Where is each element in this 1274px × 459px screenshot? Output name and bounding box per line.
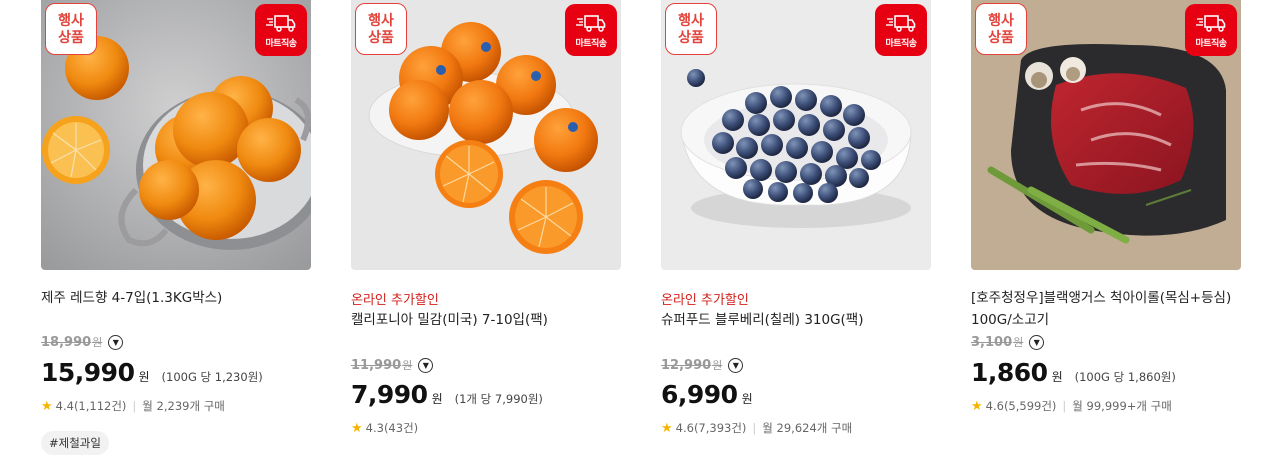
product-image[interactable]: 행사 상품 마트직송 (661, 0, 931, 270)
product-title[interactable]: 슈퍼푸드 블루베리(칠레) 310G(팩) (661, 309, 931, 331)
rating-info: ★ 4.4(1,112건) | 월 2,239개 구매 (41, 398, 225, 414)
product-card[interactable]: 행사 상품 마트직송 제주 레드향 4-7입(1.3KG박스) 18,990 원 ▼… (41, 0, 311, 459)
monthly-purchases: 월 2,239개 구매 (142, 399, 225, 413)
product-card[interactable]: 행사 상품 마트직송 [호주청정우]블랙앵거스 척아이롤(목심+등심) 100G/… (971, 0, 1241, 459)
price-detail-chevron-icon[interactable]: ▼ (108, 334, 124, 350)
original-price: 11,990 원 ▼ (351, 357, 434, 373)
star-icon: ★ (41, 398, 53, 414)
delivery-truck-icon (576, 14, 606, 32)
product-card[interactable]: 행사 상품 마트직송 온라인 추가할인 캘리포니아 밀감(미국) 7-10입(팩)… (351, 0, 621, 459)
price-detail-chevron-icon[interactable]: ▼ (418, 357, 434, 373)
price-detail-chevron-icon[interactable]: ▼ (728, 357, 744, 373)
unit-price: (1개 당 7,990원) (454, 392, 543, 406)
product-title[interactable]: 캘리포니아 밀감(미국) 7-10입(팩) (351, 309, 621, 331)
star-icon: ★ (661, 420, 673, 436)
online-discount-label: 온라인 추가할인 (661, 293, 749, 308)
delivery-truck-icon (266, 14, 296, 32)
unit-price: (100G 당 1,860원) (1074, 370, 1176, 384)
original-price: 3,100 원 ▼ (971, 334, 1045, 350)
product-title[interactable]: 제주 레드향 4-7입(1.3KG박스) (41, 287, 311, 309)
product-image[interactable]: 행사 상품 마트직송 (971, 0, 1241, 270)
product-image[interactable]: 행사 상품 마트직송 (41, 0, 311, 270)
product-image[interactable]: 행사 상품 마트직송 (351, 0, 621, 270)
sale-price: 1,860 원 (100G 당 1,860원) (971, 358, 1176, 387)
star-icon: ★ (971, 398, 983, 414)
unit-price: (100G 당 1,230원) (161, 370, 263, 384)
product-title[interactable]: [호주청정우]블랙앵거스 척아이롤(목심+등심) 100G/소고기 (971, 287, 1241, 331)
original-price: 18,990 원 ▼ (41, 334, 124, 350)
delivery-truck-icon (1196, 14, 1226, 32)
sale-price: 15,990 원 (100G 당 1,230원) (41, 358, 263, 387)
rating-info: ★ 4.3(43건) (351, 420, 419, 436)
mart-direct-delivery-badge: 마트직송 (875, 4, 927, 56)
product-card[interactable]: 행사 상품 마트직송 온라인 추가할인 슈퍼푸드 블루베리(칠레) 310G(팩)… (661, 0, 931, 459)
event-product-badge: 행사 상품 (665, 3, 717, 55)
hashtag-chip[interactable]: #제철과일 (41, 431, 109, 455)
online-discount-label: 온라인 추가할인 (351, 293, 439, 308)
event-product-badge: 행사 상품 (975, 3, 1027, 55)
monthly-purchases: 월 29,624개 구매 (762, 421, 853, 435)
event-product-badge: 행사 상품 (355, 3, 407, 55)
mart-direct-delivery-badge: 마트직송 (255, 4, 307, 56)
rating-info: ★ 4.6(7,393건) | 월 29,624개 구매 (661, 420, 853, 436)
delivery-truck-icon (886, 14, 916, 32)
mart-direct-delivery-badge: 마트직송 (565, 4, 617, 56)
event-product-badge: 행사 상품 (45, 3, 97, 55)
price-detail-chevron-icon[interactable]: ▼ (1029, 334, 1045, 350)
sale-price: 6,990 원 (661, 380, 753, 409)
monthly-purchases: 월 99,999+개 구매 (1072, 399, 1172, 413)
star-icon: ★ (351, 420, 363, 436)
original-price: 12,990 원 ▼ (661, 357, 744, 373)
mart-direct-delivery-badge: 마트직송 (1185, 4, 1237, 56)
sale-price: 7,990 원 (1개 당 7,990원) (351, 380, 543, 409)
rating-info: ★ 4.6(5,599건) | 월 99,999+개 구매 (971, 398, 1172, 414)
